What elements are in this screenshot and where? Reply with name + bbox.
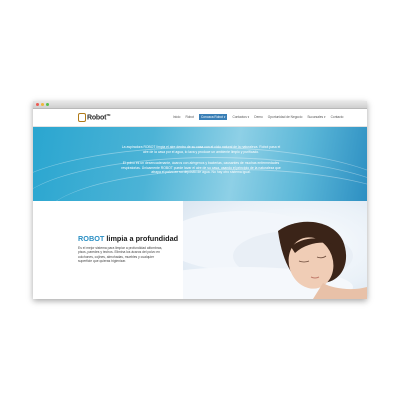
logo-mark-icon: [78, 112, 86, 122]
sleeping-woman-illustration: [183, 211, 367, 299]
site-header: RobotTM Inicio Robot Conozca Robot ▾ Con…: [33, 109, 367, 127]
browser-titlebar: [33, 101, 367, 109]
nav-item-demo[interactable]: Demo: [254, 115, 263, 119]
nav-item-robot[interactable]: Robot: [185, 115, 194, 119]
section-title: ROBOT limpia a profundidad: [78, 234, 179, 243]
maximize-window-icon[interactable]: [46, 103, 49, 106]
main-menu: Inicio Robot Conozca Robot ▾ Contactos ▾…: [173, 114, 343, 120]
minimize-window-icon[interactable]: [41, 103, 44, 106]
nav-item-contactos[interactable]: Contactos ▾: [232, 115, 249, 119]
nav-item-inicio[interactable]: Inicio: [173, 115, 180, 119]
sleeping-woman-photo: [183, 201, 367, 299]
nav-item-oportunidad[interactable]: Oportunidad de Negocio: [268, 115, 303, 119]
content-section: ROBOT limpia a profundidad Es el mejor s…: [33, 201, 367, 299]
nav-item-sucursales[interactable]: Sucursales ▾: [307, 115, 325, 119]
nav-item-conozca-robot[interactable]: Conozca Robot ▾: [198, 114, 228, 120]
logo-brand: RobotTM: [87, 112, 111, 122]
hero-banner: La aspiradora ROBOT limpia el aire dentr…: [33, 127, 367, 201]
browser-window: RobotTM Inicio Robot Conozca Robot ▾ Con…: [33, 101, 367, 299]
section-text: Es el mejor sistema para limpiar a profu…: [78, 246, 163, 264]
close-window-icon[interactable]: [36, 103, 39, 106]
hero-paragraph-2: El polvo es un desencadenante, ácaros co…: [121, 161, 281, 174]
hero-paragraph-1: La aspiradora ROBOT limpia el aire dentr…: [121, 145, 281, 154]
site-logo[interactable]: RobotTM: [78, 112, 110, 122]
nav-item-contacto[interactable]: Contacto: [331, 115, 344, 119]
